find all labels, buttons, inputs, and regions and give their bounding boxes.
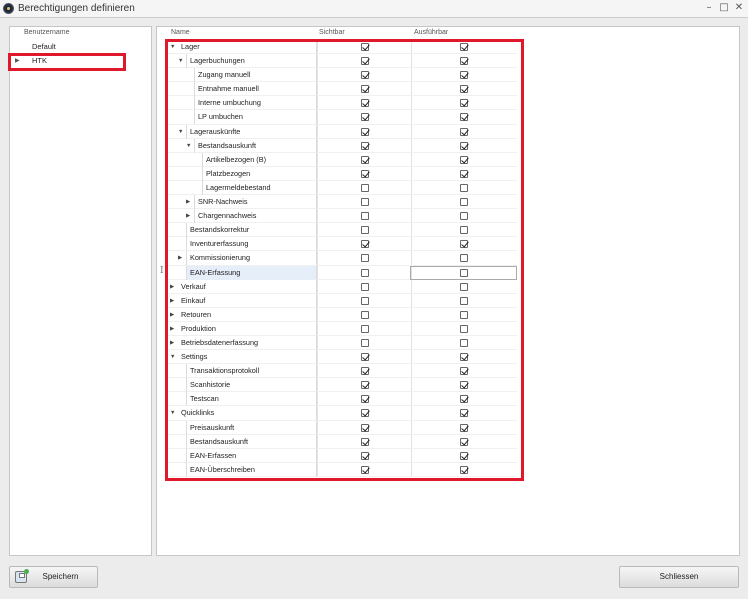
app-eye-icon — [3, 3, 14, 14]
username-column-header: Benutzername — [24, 29, 70, 36]
window-title: Berechtigungen definieren — [18, 3, 135, 14]
close-window-button[interactable]: ✕ — [733, 2, 745, 14]
minimize-button[interactable]: – — [703, 2, 715, 14]
maximize-button[interactable]: □ — [718, 2, 730, 14]
text-cursor-icon: I — [160, 266, 164, 276]
user-label: Default — [32, 42, 56, 51]
save-button[interactable]: Speichern — [9, 566, 98, 588]
save-icon — [15, 569, 29, 583]
title-bar: Berechtigungen definieren – □ ✕ — [0, 0, 748, 18]
close-button[interactable]: Schliessen — [619, 566, 739, 588]
highlight-tree-box — [165, 39, 524, 481]
save-label: Speichern — [42, 572, 79, 581]
highlight-user-box — [8, 53, 126, 71]
user-panel — [9, 26, 152, 556]
user-item[interactable]: Default — [10, 40, 150, 54]
